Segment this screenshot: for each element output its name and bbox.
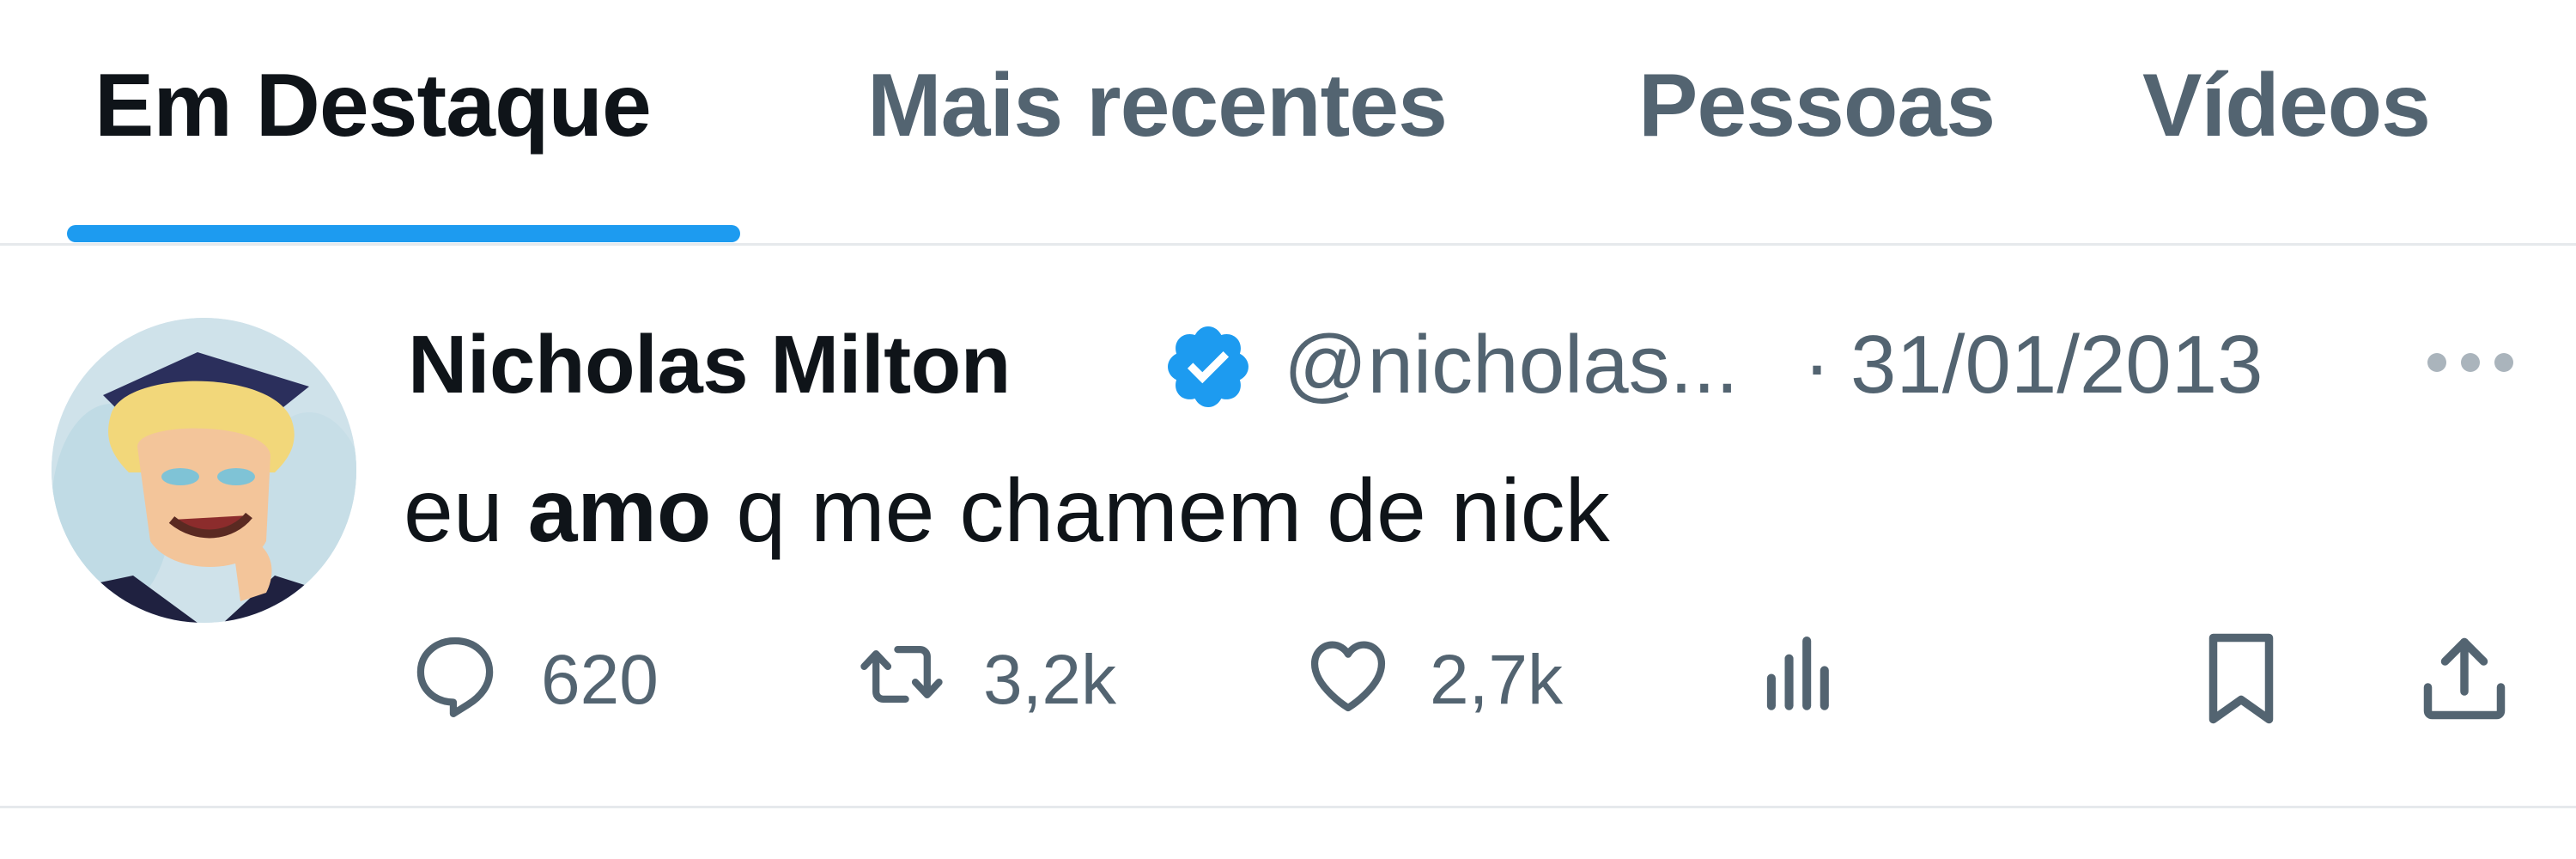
tweet-text-before: eu	[404, 461, 528, 561]
like-count: 2,7k	[1430, 641, 1563, 719]
like-button[interactable]: 2,7k	[1297, 627, 1606, 722]
author-handle[interactable]: @nicholas...	[1284, 314, 1739, 417]
search-tabs: Em Destaque Mais recentes Pessoas Vídeos	[0, 0, 2576, 245]
tab-videos[interactable]: Vídeos	[2142, 50, 2431, 161]
retweet-count: 3,2k	[983, 641, 1116, 719]
bookmark-button[interactable]	[2190, 627, 2293, 724]
author-name[interactable]: Nicholas Milton	[408, 314, 1011, 417]
avatar[interactable]	[52, 318, 356, 623]
tabs-divider	[0, 243, 2576, 246]
tab-pessoas[interactable]: Pessoas	[1638, 50, 1996, 161]
share-icon	[2423, 637, 2506, 720]
active-tab-indicator	[67, 225, 740, 242]
separator-dot: ·	[1803, 319, 1831, 411]
avatar-image	[52, 318, 356, 623]
tweet-text-after: q me chamem de nick	[711, 461, 1610, 561]
heart-icon	[1310, 641, 1386, 712]
reply-count: 620	[541, 641, 659, 719]
share-button[interactable]	[2409, 627, 2520, 722]
retweet-icon	[860, 646, 943, 703]
retweet-button[interactable]: 3,2k	[846, 627, 1155, 722]
more-icon[interactable]	[2421, 345, 2520, 380]
tweet-text-highlight: amo	[527, 461, 712, 561]
bookmark-icon	[2208, 633, 2274, 724]
tweet-text: eu amo q me chamem de nick	[404, 455, 1610, 567]
tweet-divider	[0, 806, 2576, 808]
tab-mais-recentes[interactable]: Mais recentes	[867, 50, 1448, 161]
reply-icon	[416, 637, 494, 717]
views-button[interactable]	[1747, 627, 1850, 722]
tweet-date[interactable]: 31/01/2013	[1850, 314, 2263, 417]
tab-em-destaque[interactable]: Em Destaque	[94, 50, 652, 161]
views-icon	[1766, 637, 1829, 710]
verified-badge-icon	[1168, 326, 1249, 407]
reply-button[interactable]: 620	[404, 627, 687, 722]
